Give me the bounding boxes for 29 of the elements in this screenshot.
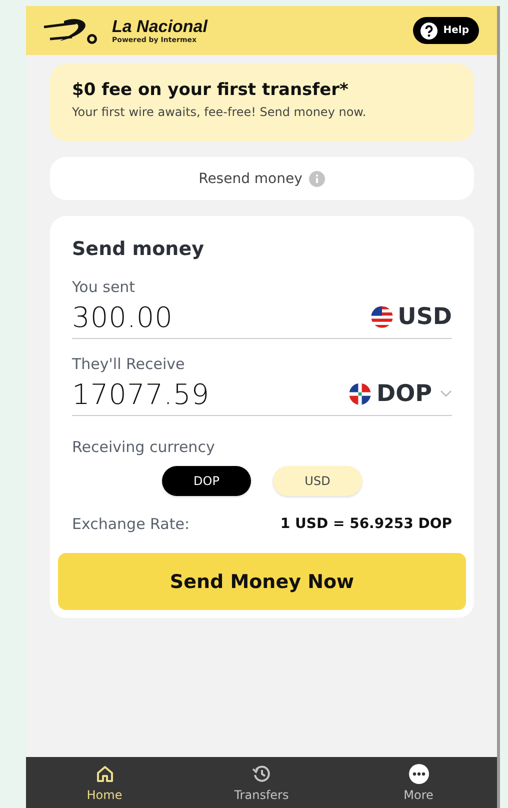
amount-field[interactable]: 17077.59 DOP — [72, 373, 452, 416]
currency-option[interactable]: USD — [273, 466, 362, 496]
resend-button[interactable]: Resend money — [50, 157, 474, 200]
home-icon — [94, 764, 114, 784]
rate-value: 1 USD = 56.9253 DOP — [280, 516, 452, 532]
flag-icon — [348, 382, 372, 406]
nav-tab[interactable]: Transfers — [202, 762, 322, 802]
currency-selector[interactable]: USD — [370, 304, 452, 330]
more-icon — [408, 764, 428, 784]
field-label: You sent — [72, 278, 136, 296]
section-label: Receiving currency — [72, 438, 216, 456]
currency-selector[interactable]: DOP — [348, 381, 452, 407]
flag-icon — [370, 305, 394, 329]
send-money-button[interactable]: Send Money Now — [58, 553, 466, 610]
chevron-down-icon — [440, 390, 452, 398]
help-button[interactable]: Help — [413, 17, 479, 44]
currency-option[interactable]: DOP — [162, 466, 251, 496]
info-icon — [309, 170, 326, 186]
amount-field[interactable]: 300.00 USD — [72, 296, 452, 339]
help-icon — [420, 22, 438, 40]
card-title: Send money — [72, 238, 205, 260]
nav-tab[interactable]: More — [358, 762, 478, 802]
nav-tab[interactable]: Home — [44, 762, 164, 802]
rate-label: Exchange Rate: — [72, 515, 190, 533]
brand-name: La Nacional — [112, 18, 208, 34]
field-label: They'll Receive — [72, 355, 186, 373]
promo-text: Your first wire awaits, fee-free! Send money now. — [72, 105, 368, 119]
promo-title: $0 fee on your first transfer* — [72, 80, 350, 100]
history-icon — [252, 764, 272, 784]
